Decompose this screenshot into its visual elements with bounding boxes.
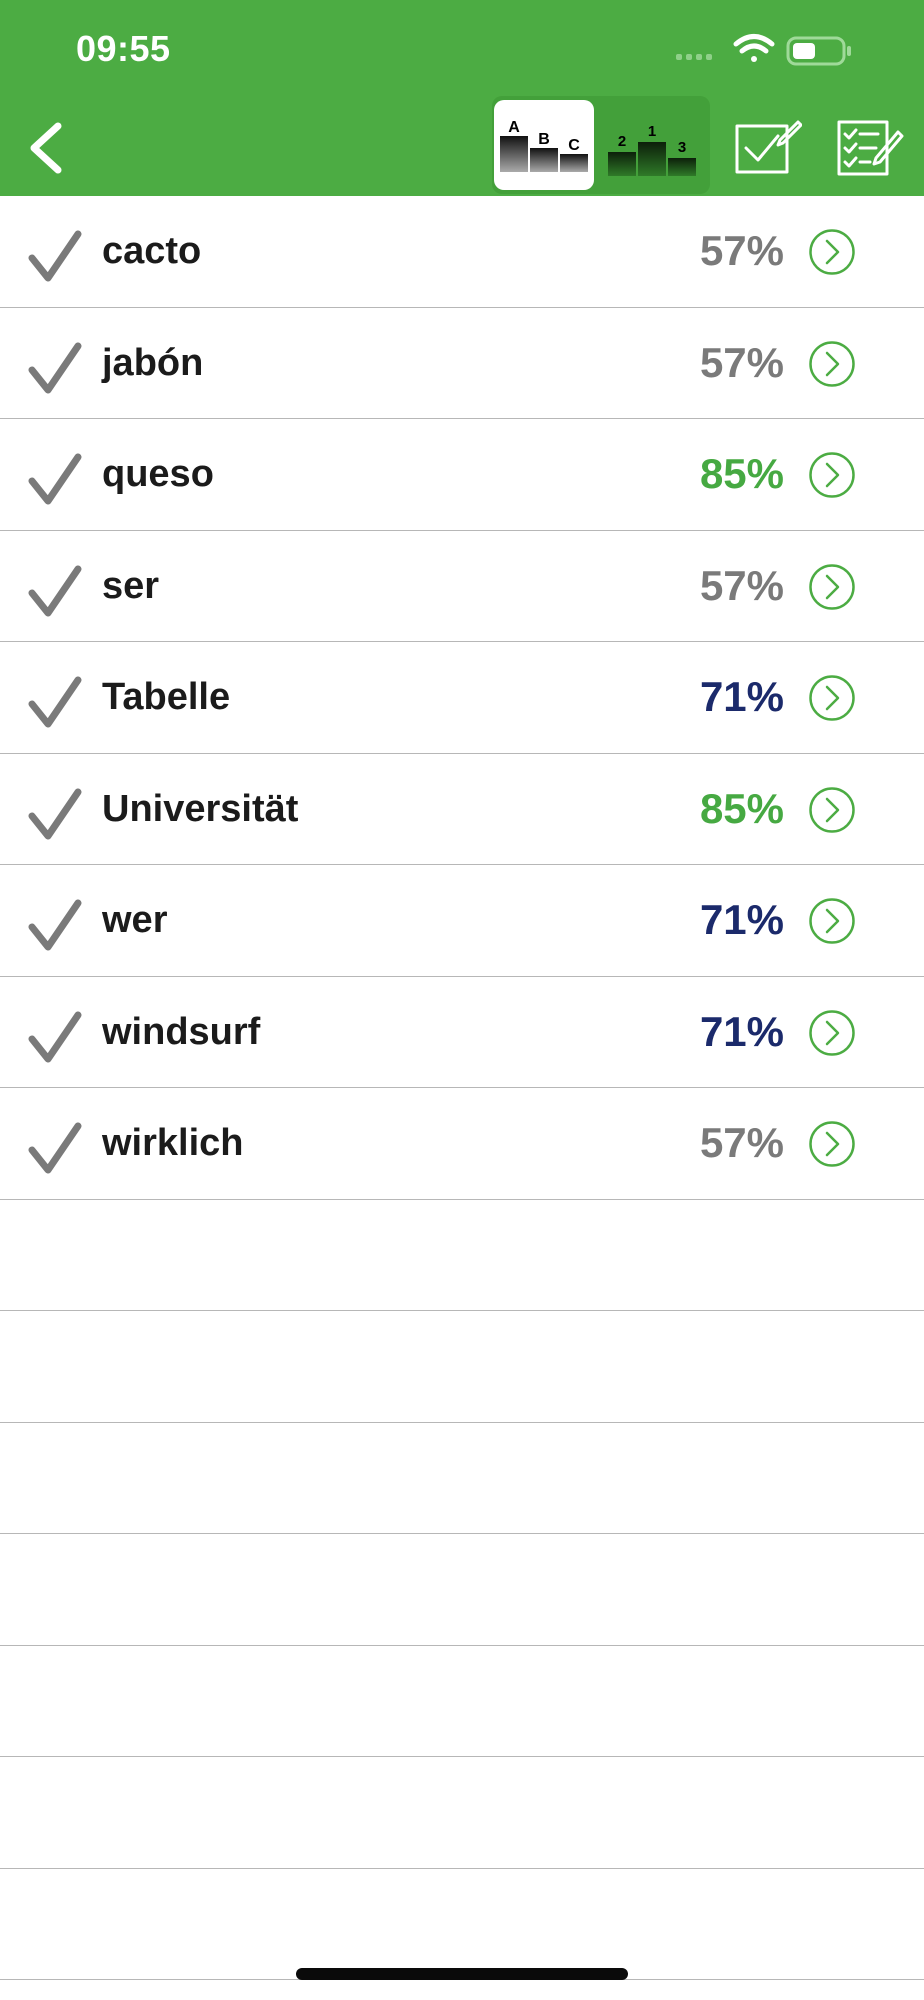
signal-icon (676, 54, 712, 60)
word-label: windsurf (102, 1010, 261, 1053)
word-row[interactable]: windsurf 71% (0, 977, 924, 1088)
podium-abc-icon: A B C (500, 119, 588, 172)
chevron-right-circle-icon (809, 229, 855, 275)
status-icons (676, 34, 851, 66)
checklist-edit-icon (837, 120, 904, 176)
detail-button[interactable] (808, 451, 856, 499)
podium-label-a: A (508, 119, 520, 136)
score-percent: 57% (699, 338, 784, 386)
chevron-right-circle-icon (809, 898, 855, 944)
checkmark-icon (28, 676, 82, 728)
chevron-left-icon (30, 122, 62, 174)
chevron-right-circle-icon (809, 1121, 855, 1167)
word-label: wirklich (102, 1122, 244, 1164)
score-percent: 71% (699, 673, 784, 720)
word-label: Universität (102, 787, 299, 830)
word-label: queso (102, 453, 214, 495)
word-row[interactable]: wer 71% (0, 865, 924, 977)
word-row[interactable]: jabón 57% (0, 308, 924, 419)
chevron-right-circle-icon (809, 786, 855, 833)
detail-button[interactable] (808, 674, 856, 722)
detail-button[interactable] (808, 1120, 856, 1168)
empty-row (0, 1534, 924, 1646)
word-label: ser (102, 564, 160, 607)
detail-button[interactable] (808, 563, 856, 611)
word-row[interactable]: queso 85% (0, 419, 924, 531)
empty-row (0, 1423, 924, 1534)
checkmark-icon (28, 788, 82, 839)
word-label: cacto (102, 230, 202, 272)
detail-button[interactable] (808, 1009, 856, 1057)
checklist-button[interactable] (836, 118, 904, 178)
chevron-right-circle-icon (809, 675, 855, 721)
back-button[interactable] (18, 112, 78, 182)
podium-label-1: 1 (648, 123, 656, 140)
word-row[interactable]: wirklich 57% (0, 1088, 924, 1200)
chevron-right-circle-icon (809, 563, 855, 610)
chevron-right-circle-icon (809, 1009, 855, 1056)
word-label: wer (102, 899, 168, 941)
sort-segmented-control: A B C 2 1 3 (492, 96, 710, 194)
chevron-right-circle-icon (809, 452, 855, 498)
sort-ranking-button[interactable]: 2 1 3 (602, 100, 702, 190)
podium-ranking-icon: 2 1 3 (608, 123, 696, 176)
word-row[interactable]: Universität 85% (0, 754, 924, 865)
score-percent: 71% (699, 896, 784, 943)
score-percent: 85% (699, 784, 784, 832)
word-row[interactable]: Tabelle 71% (0, 642, 924, 754)
podium-label-c: C (568, 137, 580, 154)
checkmark-icon (28, 342, 82, 393)
podium-label-3: 3 (678, 139, 686, 156)
score-percent: 85% (699, 450, 784, 497)
detail-button[interactable] (808, 340, 856, 388)
checkmark-icon (28, 899, 82, 951)
checkmark-icon (28, 1011, 82, 1062)
podium-label-2: 2 (618, 133, 626, 150)
chevron-right-circle-icon (809, 340, 855, 387)
detail-button[interactable] (808, 786, 856, 834)
empty-row (0, 1200, 924, 1311)
word-list: cacto 57% jabón 57% queso 85% ser 57% Tabelle 71%… (0, 196, 924, 1980)
word-row[interactable]: ser 57% (0, 531, 924, 642)
score-percent: 57% (699, 1119, 784, 1166)
status-time: 09:55 (76, 28, 171, 69)
edit-button[interactable] (734, 118, 802, 178)
score-percent: 57% (699, 227, 784, 274)
wifi-icon (733, 34, 775, 62)
nav-header: 09:55 A B C 2 1 3 (0, 0, 924, 196)
score-percent: 71% (699, 1007, 784, 1055)
empty-row (0, 1311, 924, 1423)
checkmark-icon (28, 453, 82, 505)
edit-checkbox-icon (735, 120, 802, 174)
checkmark-icon (28, 230, 82, 282)
empty-row (0, 1757, 924, 1869)
checkmark-icon (28, 1122, 82, 1174)
empty-row (0, 1869, 924, 1980)
word-label: Tabelle (102, 676, 231, 718)
word-label: jabón (102, 341, 204, 384)
sort-alphabetical-button[interactable]: A B C (494, 100, 594, 190)
home-indicator (296, 1968, 628, 1980)
checkmark-icon (28, 565, 82, 616)
score-percent: 57% (699, 561, 784, 609)
podium-label-b: B (538, 131, 550, 148)
detail-button[interactable] (808, 897, 856, 945)
detail-button[interactable] (808, 228, 856, 276)
word-row[interactable]: cacto 57% (0, 196, 924, 308)
empty-row (0, 1646, 924, 1757)
battery-icon (786, 36, 851, 66)
